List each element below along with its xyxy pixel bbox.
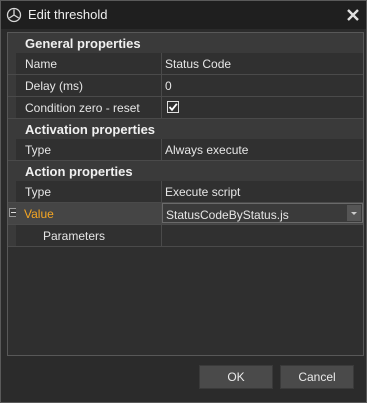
property-row-activation-type[interactable]: Type Always execute: [8, 139, 363, 161]
title-bar[interactable]: Edit threshold: [1, 1, 366, 29]
property-value-cell[interactable]: [162, 97, 363, 118]
property-row-delay[interactable]: Delay (ms) 0: [8, 75, 363, 97]
property-label: Type: [25, 143, 52, 157]
window-title: Edit threshold: [28, 7, 108, 22]
script-select-value: StatusCodeByStatus.js: [166, 208, 289, 222]
property-label: Parameters: [43, 229, 106, 243]
section-action-properties[interactable]: Action properties: [8, 161, 363, 182]
close-icon[interactable]: [345, 7, 361, 23]
row-gutter: [8, 225, 16, 246]
script-select-dropdown[interactable]: StatusCodeByStatus.js: [162, 203, 363, 223]
property-row-parameters[interactable]: Parameters: [8, 225, 363, 247]
property-label: Type: [25, 185, 52, 199]
property-value: Execute script: [165, 185, 241, 199]
property-value-cell[interactable]: [162, 225, 363, 246]
property-label: Condition zero - reset: [25, 101, 140, 115]
section-header-label: General properties: [25, 36, 141, 51]
section-header-label: Action properties: [25, 164, 133, 179]
property-name-cell: Name: [16, 53, 162, 74]
section-header-label: Activation properties: [25, 122, 156, 137]
chevron-down-icon[interactable]: [347, 205, 361, 221]
ok-button[interactable]: OK: [199, 365, 273, 389]
property-name-cell: Parameters: [16, 225, 162, 246]
property-value-cell[interactable]: Status Code: [162, 53, 363, 74]
property-row-action-type[interactable]: Type Execute script: [8, 181, 363, 203]
property-name-cell: Value: [16, 203, 162, 224]
app-logo-icon: [6, 7, 22, 23]
property-row-value[interactable]: Value StatusCodeByStatus.js: [8, 203, 363, 225]
row-gutter: [8, 97, 16, 118]
property-name-cell: Condition zero - reset: [16, 97, 162, 118]
property-value: Status Code: [165, 57, 232, 71]
property-name-cell: Type: [16, 139, 162, 160]
cancel-button[interactable]: Cancel: [280, 365, 354, 389]
property-label: Name: [25, 57, 58, 71]
property-value: Always execute: [165, 143, 249, 157]
property-name-cell: Delay (ms): [16, 75, 162, 96]
row-gutter: [8, 75, 16, 96]
property-label: Value: [24, 207, 54, 221]
section-activation-properties[interactable]: Activation properties: [8, 119, 363, 140]
property-name-cell: Type: [16, 181, 162, 202]
row-gutter: [8, 53, 16, 74]
row-gutter: [8, 181, 16, 202]
section-general-properties[interactable]: General properties: [8, 33, 363, 54]
property-row-name[interactable]: Name Status Code: [8, 53, 363, 75]
property-label: Delay (ms): [25, 79, 84, 93]
property-value-cell[interactable]: Execute script: [162, 181, 363, 202]
condition-zero-reset-checkbox[interactable]: [167, 101, 179, 113]
edit-threshold-dialog: Edit threshold General properties Name S…: [0, 0, 367, 403]
row-gutter: [8, 139, 16, 160]
property-row-condition-zero-reset[interactable]: Condition zero - reset: [8, 97, 363, 119]
property-value-cell[interactable]: 0: [162, 75, 363, 96]
property-value-cell[interactable]: Always execute: [162, 139, 363, 160]
property-value-cell[interactable]: StatusCodeByStatus.js: [162, 203, 363, 224]
property-grid: General properties Name Status Code Dela…: [7, 32, 364, 356]
property-value: 0: [165, 79, 172, 93]
